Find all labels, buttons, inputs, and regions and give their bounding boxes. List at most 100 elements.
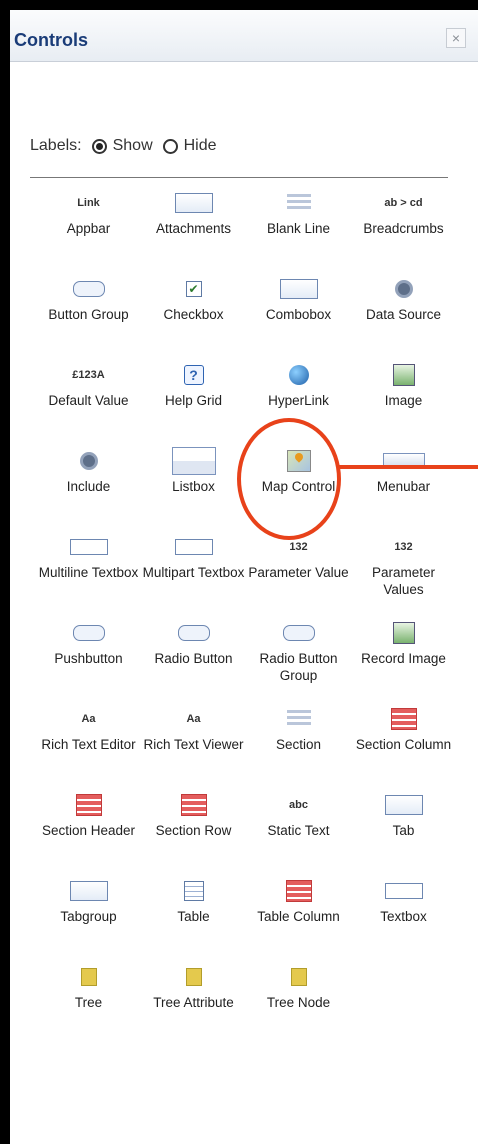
button-group-icon-glyph: [72, 281, 105, 297]
table-column-icon: [277, 876, 321, 906]
control-section-header[interactable]: Section Header: [36, 790, 141, 876]
breadcrumbs-icon-glyph: ab > cd: [384, 197, 423, 209]
control-textbox[interactable]: Textbox: [351, 876, 456, 962]
control-tree[interactable]: Tree: [36, 962, 141, 1048]
pushbutton-icon: [67, 618, 111, 648]
control-static-text[interactable]: abc Static Text: [246, 790, 351, 876]
control-label: Attachments: [155, 221, 232, 236]
section-column-icon-glyph: [390, 708, 417, 730]
control-image[interactable]: Image: [351, 360, 456, 446]
radio-button-icon: [172, 618, 216, 648]
control-label: Radio Button: [154, 651, 233, 666]
panel-header: Controls ×: [10, 10, 478, 62]
labels-caption: Labels:: [30, 137, 82, 154]
control-rich-text-editor[interactable]: Aa Rich Text Editor: [36, 704, 141, 790]
control-default-value[interactable]: £123A Default Value: [36, 360, 141, 446]
control-map-control[interactable]: Map Control: [246, 446, 351, 532]
rich-text-viewer-icon-glyph: Aa: [186, 713, 201, 725]
tabgroup-icon: [67, 876, 111, 906]
control-tree-attribute[interactable]: Tree Attribute: [141, 962, 246, 1048]
control-multipart-textbox[interactable]: Multipart Textbox: [141, 532, 246, 618]
help-grid-icon: ?: [172, 360, 216, 390]
include-icon: [67, 446, 111, 476]
section-column-icon: [382, 704, 426, 734]
control-label: Section Column: [355, 737, 452, 752]
control-table-column[interactable]: Table Column: [246, 876, 351, 962]
control-label: Default Value: [48, 393, 129, 408]
control-tabgroup[interactable]: Tabgroup: [36, 876, 141, 962]
map-icon-glyph: [286, 450, 311, 472]
tree-node-icon-glyph: [290, 968, 307, 986]
control-tree-node[interactable]: Tree Node: [246, 962, 351, 1048]
control-rich-text-viewer[interactable]: Aa Rich Text Viewer: [141, 704, 246, 790]
control-help-grid[interactable]: ? Help Grid: [141, 360, 246, 446]
control-checkbox[interactable]: ✔ Checkbox: [141, 274, 246, 360]
control-section-row[interactable]: Section Row: [141, 790, 246, 876]
control-label: Map Control: [261, 479, 336, 494]
control-tab[interactable]: Tab: [351, 790, 456, 876]
table-column-icon-glyph: [285, 880, 312, 902]
control-combobox[interactable]: Combobox: [246, 274, 351, 360]
tree-icon-glyph: [80, 968, 97, 986]
multipart-textbox-icon-glyph: [174, 539, 213, 555]
link-icon: Link: [67, 188, 111, 218]
control-hyperlink[interactable]: HyperLink: [246, 360, 351, 446]
section-icon-glyph: [286, 710, 311, 728]
control-data-source[interactable]: Data Source: [351, 274, 456, 360]
control-pushbutton[interactable]: Pushbutton: [36, 618, 141, 704]
control-section-column[interactable]: Section Column: [351, 704, 456, 790]
parameter-values-icon: 132: [382, 532, 426, 562]
control-label: Tree: [74, 995, 103, 1010]
image-icon-glyph: [392, 364, 415, 386]
control-section[interactable]: Section: [246, 704, 351, 790]
control-label: Parameter Values: [371, 565, 436, 597]
tree-attribute-icon-glyph: [185, 968, 202, 986]
control-parameter-values[interactable]: 132 Parameter Values: [351, 532, 456, 618]
close-icon[interactable]: ×: [446, 28, 466, 48]
button-group-icon: [67, 274, 111, 304]
tree-icon: [67, 962, 111, 992]
control-label: Menubar: [376, 479, 431, 494]
tab-icon-glyph: [384, 795, 423, 815]
control-label: Include: [66, 479, 111, 494]
combobox-icon: [277, 274, 321, 304]
control-label: Button Group: [48, 307, 129, 322]
control-radio-button[interactable]: Radio Button: [141, 618, 246, 704]
link-icon-glyph: Link: [77, 197, 100, 209]
control-listbox[interactable]: Listbox: [141, 446, 246, 532]
control-label: Tabgroup: [60, 909, 117, 924]
control-label: Listbox: [172, 479, 215, 494]
control-blank-line[interactable]: Blank Line: [246, 188, 351, 274]
multiline-textbox-icon-glyph: [69, 539, 108, 555]
default-value-icon: £123A: [67, 360, 111, 390]
control-include[interactable]: Include: [36, 446, 141, 532]
control-label: Radio Button Group: [259, 651, 338, 683]
rich-text-viewer-icon: Aa: [172, 704, 216, 734]
control-parameter-value[interactable]: 132 Parameter Value: [246, 532, 351, 618]
control-record-image[interactable]: Record Image: [351, 618, 456, 704]
control-label: Static Text: [267, 823, 330, 838]
hyperlink-icon: [277, 360, 321, 390]
control-label: Rich Text Viewer: [143, 737, 244, 752]
hide-radio[interactable]: [162, 138, 178, 154]
radio-button-icon-glyph: [177, 625, 210, 641]
control-table[interactable]: Table: [141, 876, 246, 962]
control-button-group[interactable]: Button Group: [36, 274, 141, 360]
radio-button-group-icon: [277, 618, 321, 648]
section-row-icon-glyph: [180, 794, 207, 816]
control-menubar[interactable]: Menubar: [351, 446, 456, 532]
record-image-icon-glyph: [392, 622, 415, 644]
hide-radio-label[interactable]: Hide: [184, 137, 217, 155]
show-radio-label[interactable]: Show: [113, 137, 153, 155]
control-breadcrumbs[interactable]: ab > cd Breadcrumbs: [351, 188, 456, 274]
control-appbar[interactable]: Link Appbar: [36, 188, 141, 274]
control-multiline-textbox[interactable]: Multiline Textbox: [36, 532, 141, 618]
panel-title: Controls: [14, 30, 88, 50]
control-label: Record Image: [361, 651, 446, 666]
control-radio-button-group[interactable]: Radio Button Group: [246, 618, 351, 704]
show-radio[interactable]: [91, 138, 107, 154]
textbox-icon: [382, 876, 426, 906]
controls-grid: Link Appbar Attachments Blank Line ab > cd Br…: [36, 188, 456, 1048]
section-icon: [277, 704, 321, 734]
control-attachments[interactable]: Attachments: [141, 188, 246, 274]
